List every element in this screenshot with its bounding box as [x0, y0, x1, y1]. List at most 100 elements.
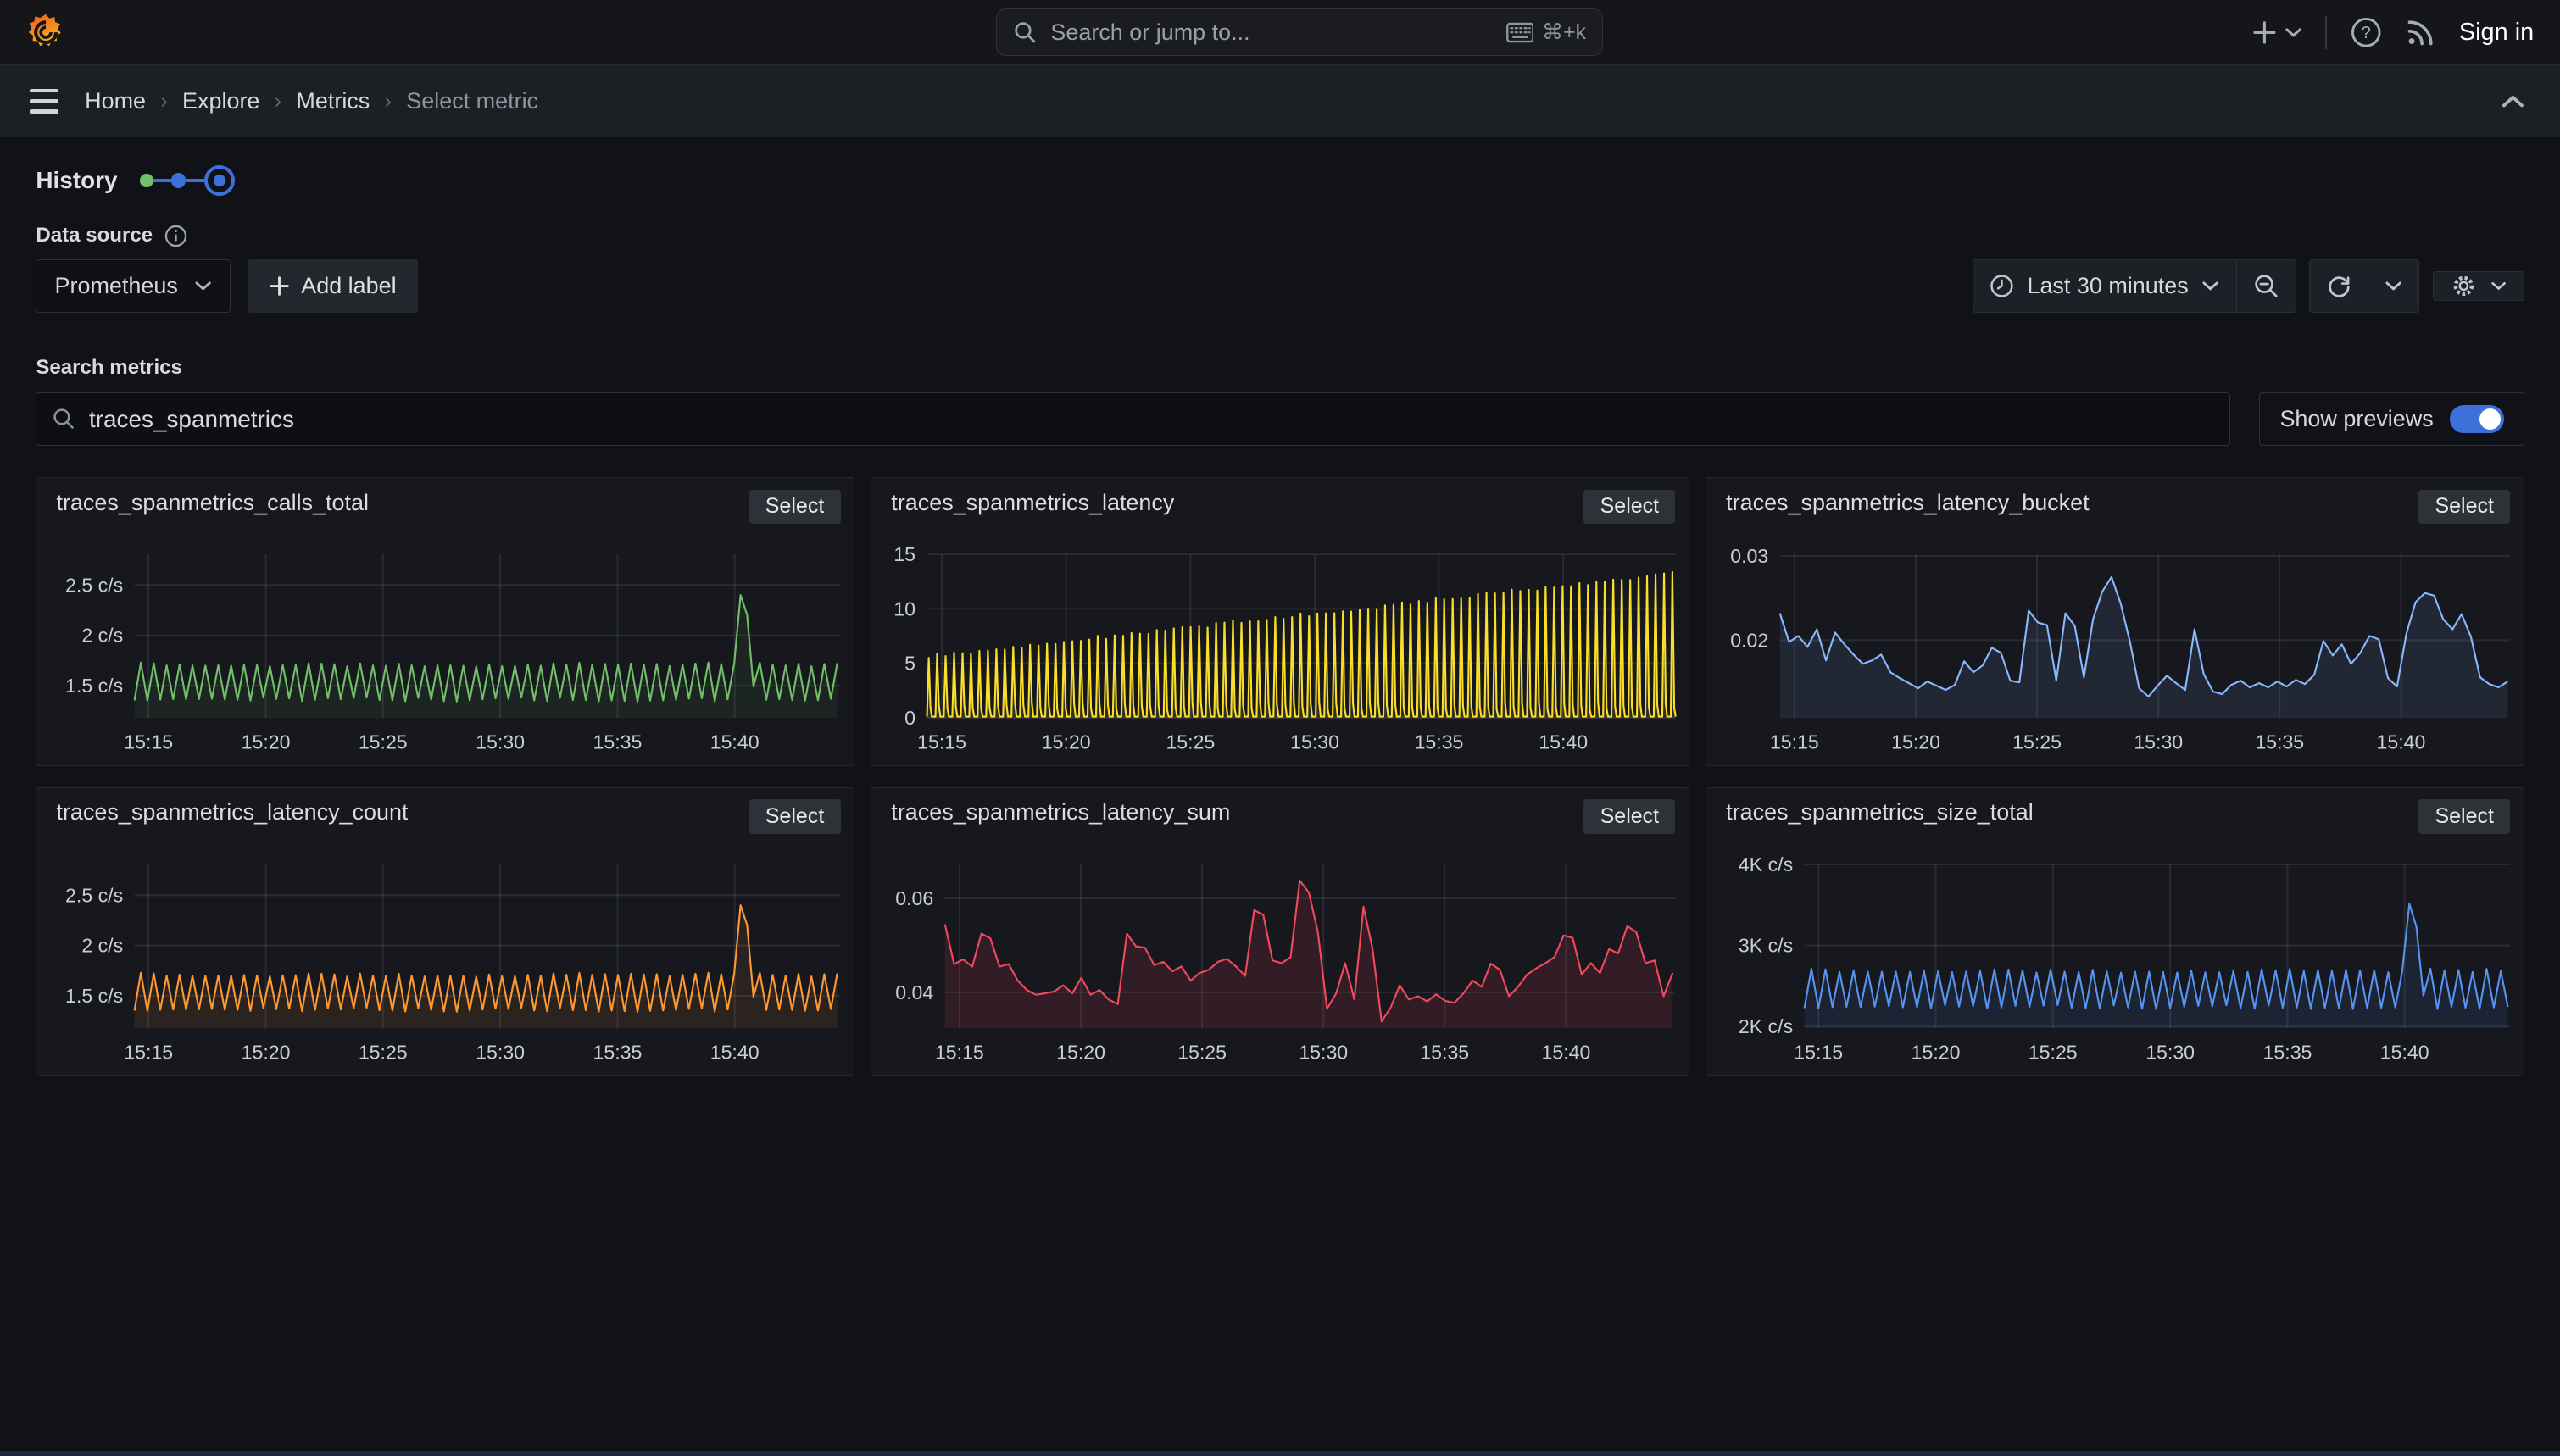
query-controls: Prometheus Add label: [36, 259, 417, 314]
chevron-up-icon: [2502, 94, 2524, 108]
time-controls: Last 30 minutes: [1973, 259, 2524, 314]
settings-button[interactable]: [2433, 271, 2524, 301]
panel-title: traces_spanmetrics_size_total: [1726, 799, 2034, 825]
metric-chart: 0.040.0615:1515:2015:2515:3015:3515:40: [871, 847, 1689, 1075]
global-search-box[interactable]: Search or jump to... ⌘+k: [996, 8, 1603, 56]
help-button[interactable]: ?: [2350, 16, 2383, 49]
select-metric-button[interactable]: Select: [1583, 799, 1675, 834]
zoom-out-time-button[interactable]: [2237, 259, 2296, 314]
info-icon: [164, 225, 187, 247]
search-metrics-input[interactable]: traces_spanmetrics: [36, 392, 2229, 447]
refresh-group: [2309, 259, 2419, 314]
svg-text:2 c/s: 2 c/s: [82, 935, 124, 957]
chevron-down-icon: [2201, 281, 2219, 292]
breadcrumb-separator: ›: [160, 89, 167, 114]
svg-text:15:25: 15:25: [2012, 731, 2062, 753]
svg-text:15:40: 15:40: [710, 1042, 760, 1064]
chevron-down-icon: [2285, 27, 2302, 38]
history-timeline[interactable]: [140, 165, 235, 197]
time-range-label: Last 30 minutes: [2027, 273, 2188, 299]
news-button[interactable]: [2405, 17, 2436, 48]
metric-chart: 0.020.0315:1515:2015:2515:3015:3515:40: [1706, 536, 2524, 765]
global-search-placeholder: Search or jump to...: [1050, 19, 1493, 46]
datasource-value: Prometheus: [55, 273, 178, 299]
time-range-picker[interactable]: Last 30 minutes: [1973, 259, 2237, 314]
menu-icon[interactable]: [26, 82, 62, 120]
svg-text:0: 0: [904, 708, 915, 730]
refresh-button[interactable]: [2309, 259, 2368, 314]
svg-text:15:30: 15:30: [2134, 731, 2183, 753]
breadcrumb: Home › Explore › Metrics › Select metric: [85, 88, 538, 114]
svg-text:15:35: 15:35: [1421, 1042, 1470, 1064]
svg-text:2K c/s: 2K c/s: [1739, 1016, 1793, 1038]
plus-icon: [269, 275, 290, 297]
svg-text:15:30: 15:30: [1299, 1042, 1349, 1064]
add-label-text: Add label: [301, 273, 396, 299]
refresh-icon: [2327, 274, 2351, 298]
search-icon: [52, 407, 76, 431]
panel-header: traces_spanmetrics_latency_sumSelect: [871, 788, 1689, 847]
toolbar-divider: [2325, 16, 2327, 49]
new-menu-button[interactable]: [2251, 19, 2302, 46]
zoom-out-icon: [2253, 273, 2279, 299]
svg-text:4K c/s: 4K c/s: [1739, 853, 1793, 875]
top-nav-bar: Search or jump to... ⌘+k ?: [0, 0, 2560, 65]
panel-header: traces_spanmetrics_size_total Select: [1706, 788, 2524, 847]
panel-title: traces_spanmetrics_calls_total: [56, 490, 369, 516]
datasource-picker[interactable]: Prometheus: [36, 259, 231, 314]
svg-text:15:40: 15:40: [2377, 731, 2426, 753]
grafana-logo[interactable]: [26, 13, 65, 52]
svg-text:15:20: 15:20: [242, 731, 291, 753]
chevron-down-icon: [2490, 281, 2507, 292]
add-label-button[interactable]: Add label: [248, 259, 418, 314]
breadcrumb-separator: ›: [385, 89, 392, 114]
panel-header: traces_spanmetrics_latency_bucket Select: [1706, 478, 2524, 536]
metric-panel: traces_spanmetrics_latency_countSelect1.…: [36, 787, 854, 1076]
search-metrics-label: Search metrics: [36, 356, 182, 379]
panel-header: traces_spanmetrics_calls_total Select: [36, 478, 854, 536]
history-node-start-icon[interactable]: [140, 174, 153, 186]
metric-chart: 05101515:1515:2015:2515:3015:3515:40: [871, 536, 1689, 765]
datasource-label: Data source: [36, 224, 153, 247]
select-metric-button[interactable]: Select: [2418, 799, 2510, 834]
history-connector: [153, 179, 171, 183]
svg-text:15:15: 15:15: [917, 731, 966, 753]
sign-in-link[interactable]: Sign in: [2459, 19, 2534, 47]
svg-text:15:15: 15:15: [935, 1042, 984, 1064]
show-previews-control: Show previews: [2259, 392, 2524, 447]
show-previews-toggle[interactable]: [2450, 405, 2504, 433]
select-metric-button[interactable]: Select: [749, 490, 841, 525]
plus-icon: [2251, 19, 2278, 46]
collapse-header-button[interactable]: [2491, 92, 2534, 110]
breadcrumb-metrics[interactable]: Metrics: [296, 88, 370, 114]
select-metric-button[interactable]: Select: [2418, 490, 2510, 525]
grafana-explore-metrics-page: Search or jump to... ⌘+k ?: [0, 0, 2560, 1456]
refresh-interval-dropdown[interactable]: [2368, 259, 2420, 314]
svg-text:15:25: 15:25: [1166, 731, 1216, 753]
svg-text:2.5 c/s: 2.5 c/s: [65, 885, 123, 907]
svg-text:5: 5: [904, 653, 915, 675]
controls-row: Prometheus Add label: [36, 259, 2524, 314]
svg-text:15:40: 15:40: [710, 731, 760, 753]
breadcrumb-explore[interactable]: Explore: [182, 88, 259, 114]
search-metrics-label-row: Search metrics: [36, 350, 2524, 381]
history-node-step-icon[interactable]: [171, 173, 186, 187]
metric-panel: traces_spanmetrics_latency_bucket Select 0…: [1706, 477, 2524, 766]
panel-title: traces_spanmetrics_latency_bucket: [1726, 490, 2089, 516]
metric-panel: traces_spanmetrics_latencySelect05101515…: [871, 477, 1689, 766]
breadcrumb-home[interactable]: Home: [85, 88, 146, 114]
top-bar-actions: ? Sign in: [2251, 0, 2534, 65]
chevron-down-icon: [2385, 281, 2402, 292]
select-metric-button[interactable]: Select: [749, 799, 841, 834]
select-metric-button[interactable]: Select: [1583, 490, 1675, 525]
svg-text:0.03: 0.03: [1730, 545, 1768, 567]
history-node-current-icon[interactable]: [204, 165, 236, 197]
svg-text:15:35: 15:35: [2255, 731, 2304, 753]
show-previews-label: Show previews: [2279, 406, 2433, 432]
svg-text:15:35: 15:35: [1415, 731, 1464, 753]
svg-text:15:15: 15:15: [125, 1042, 174, 1064]
svg-text:15:15: 15:15: [125, 731, 174, 753]
history-row: History: [36, 165, 2524, 197]
history-label: History: [36, 167, 117, 194]
panel-title: traces_spanmetrics_latency: [891, 490, 1174, 516]
